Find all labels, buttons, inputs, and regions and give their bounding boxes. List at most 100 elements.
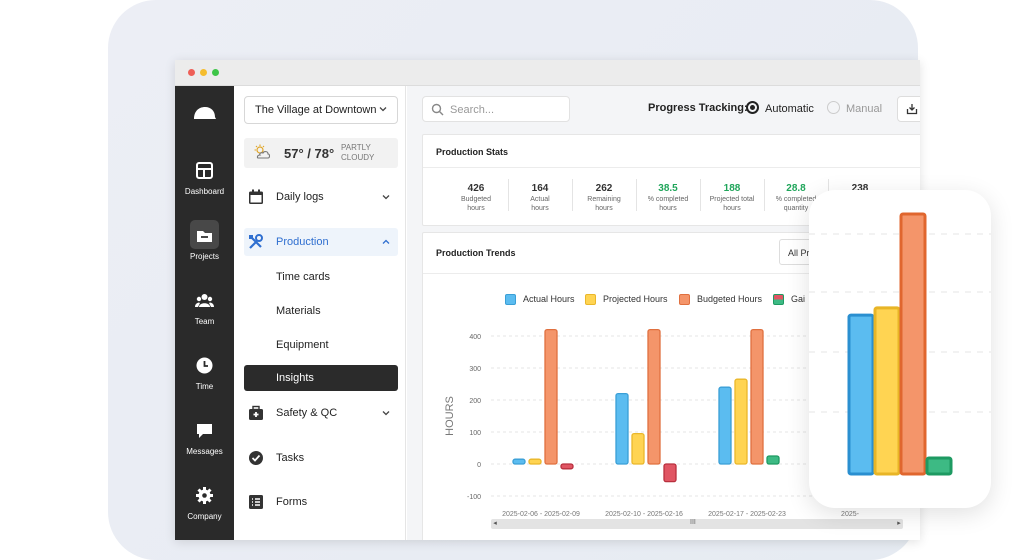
weather-condition-line: CLOUDY [341,153,375,162]
title-bar [175,60,920,86]
y-tick-label: 100 [469,430,481,437]
clock-icon [196,357,213,374]
rail-item-messages[interactable]: Messages [175,421,234,481]
chart-horizontal-scrollbar[interactable]: ◂ III ▸ [491,519,903,529]
chevron-down-icon [382,411,390,416]
legend-label: Gai [791,294,806,304]
y-tick-label: -100 [467,494,481,501]
search-placeholder: Search... [450,104,495,116]
y-tick-label: 200 [469,398,481,405]
message-icon [197,424,212,438]
search-icon [431,103,444,116]
subnav-item-insights[interactable]: Insights [244,365,398,391]
production-stats-title: Production Stats [436,147,509,157]
stat-value: 164 [531,183,549,194]
stat-label: % completed [647,196,689,203]
stat-label: hours [595,205,613,212]
y-tick-label: 300 [469,366,481,373]
subnav-item-materials[interactable]: Materials [244,298,398,324]
stat-label: hours [467,205,485,212]
stat-item: 164 Actual hours [508,183,572,213]
rail-item-company[interactable]: Company [175,486,234,540]
rail-label: Projects [190,252,219,261]
team-icon [195,294,214,307]
legend-label: Budgeted Hours [697,294,763,304]
close-window-button[interactable] [188,69,195,76]
scroll-left-arrow-icon[interactable]: ◂ [491,519,499,529]
nav-item-daily-logs[interactable]: Daily logs [244,183,398,211]
legend-label: Actual Hours [523,294,575,304]
first-aid-kit-icon [249,405,263,420]
hardhat-logo-icon [194,107,216,119]
x-tick-label: 2025- [841,511,860,518]
chevron-down-icon [382,195,390,200]
nav-item-tasks[interactable]: Tasks [244,444,398,472]
chart-bar [750,328,764,465]
manual-radio[interactable] [827,101,840,114]
stat-value: 262 [595,183,613,194]
chevron-down-icon [379,107,387,112]
subnav-label: Time cards [276,271,330,283]
nav-item-safety-qc[interactable]: Safety & QC [244,399,398,427]
rail-item-team[interactable]: Team [175,291,234,351]
rail-label: Messages [186,447,223,456]
partly-cloudy-icon [254,144,271,159]
legend-swatch [585,294,596,305]
scroll-right-arrow-icon[interactable]: ▸ [895,519,903,529]
scroll-grip[interactable]: III [690,519,696,526]
search-input[interactable]: Search... [422,96,570,122]
zoomed-bar [925,456,953,476]
export-icon [906,104,918,115]
rail-item-projects[interactable]: Projects [175,220,234,286]
rail-item-time[interactable]: Time [175,356,234,416]
stat-value: 28.8 [786,183,806,194]
stat-separator [572,179,573,211]
chart-bar [512,458,526,465]
stat-separator [700,179,701,211]
chart-bar [663,463,677,483]
rail-label: Team [194,317,215,326]
weather-condition-line: PARTLY [341,143,371,152]
export-button[interactable] [897,96,920,122]
nav-item-forms[interactable]: Forms [244,488,398,516]
legend-swatch [505,294,516,305]
chart-bar [528,458,542,465]
stat-separator [764,179,765,211]
project-select[interactable]: The Village at Downtown [244,96,398,124]
zoomed-bar [873,306,901,476]
chart-bar [544,328,558,465]
progress-tracking-label: Progress Tracking: [648,102,748,114]
calendar-icon [249,189,263,204]
stat-item: 188 Projected total hours [700,183,764,213]
subnav-item-equipment[interactable]: Equipment [244,332,398,358]
nav-label: Safety & QC [276,407,338,419]
maximize-window-button[interactable] [212,69,219,76]
stat-item: 38.5 % completed hours [636,183,700,213]
chart-bar [560,463,574,470]
minimize-window-button[interactable] [200,69,207,76]
rail-item-dashboard[interactable]: Dashboard [175,161,234,221]
form-list-icon [249,495,263,509]
stat-value: 426 [467,183,485,194]
check-circle-icon [249,451,263,465]
x-tick-label: 2025-02-06 - 2025-02-09 [502,511,580,518]
subnav-item-time-cards[interactable]: Time cards [244,264,398,290]
legend-label: Projected Hours [603,294,668,304]
nav-item-production[interactable]: Production [244,228,398,256]
nav-label: Daily logs [276,191,324,203]
tools-icon [249,234,263,249]
manual-label: Manual [846,103,883,115]
zoomed-bar [847,313,875,476]
rail-label: Dashboard [184,187,225,196]
stat-label: Budgeted [461,196,491,203]
project-sidebar: The Village at Downtown 57° / 78° PARTLY… [234,86,406,540]
nav-rail: Dashboard Projects Team Time Messages Co… [175,86,234,540]
zoomed-bars-card [809,190,991,508]
stat-item: 262 Remaining hours [572,183,636,213]
y-tick-label: 0 [477,462,481,469]
subnav-label: Insights [276,372,314,384]
automatic-radio[interactable] [746,101,759,114]
subnav-label: Materials [276,305,321,317]
gear-icon [196,487,213,504]
automatic-label: Automatic [765,103,814,115]
